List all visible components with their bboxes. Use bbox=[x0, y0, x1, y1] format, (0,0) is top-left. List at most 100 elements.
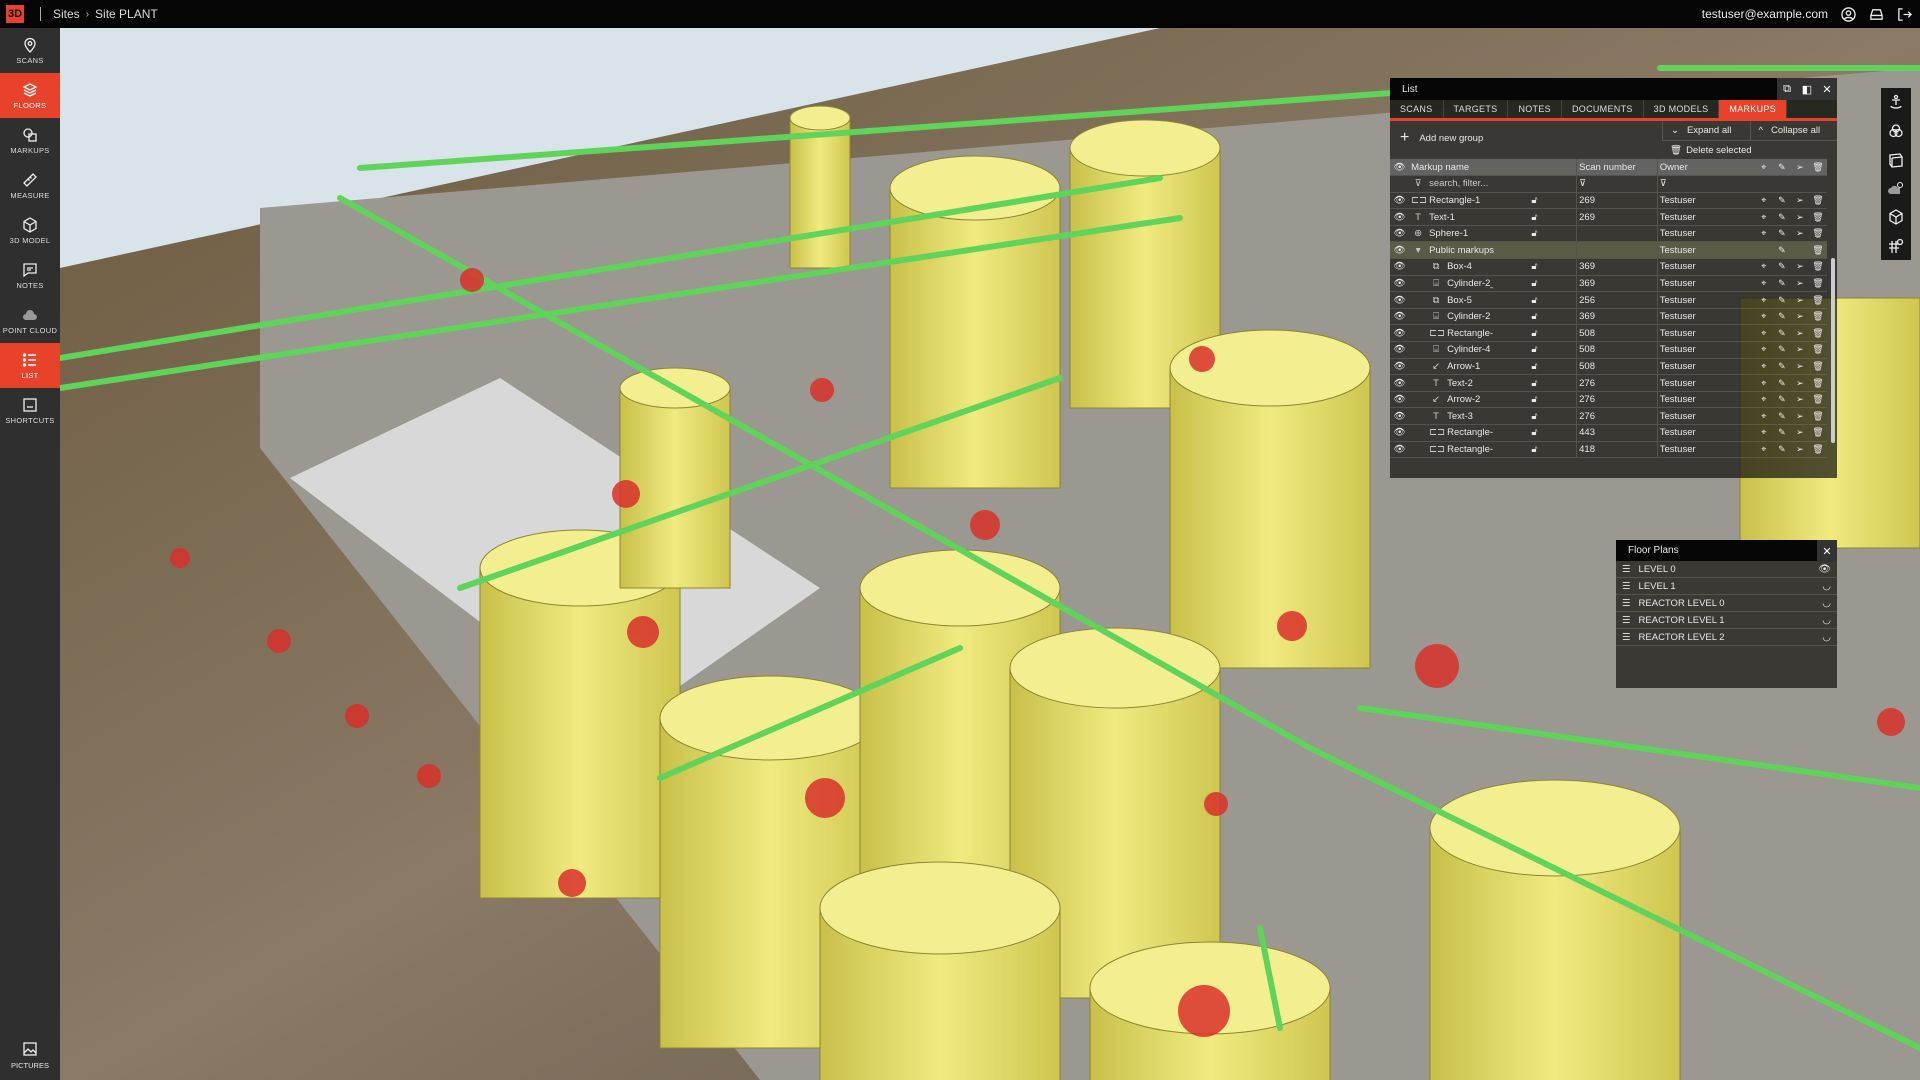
floor-level-item[interactable]: ☰REACTOR LEVEL 0◡ bbox=[1616, 595, 1837, 612]
grid-settings-icon[interactable] bbox=[1888, 238, 1904, 254]
table-row[interactable]: 👁↙Arrow-2🔓︎276Testuser⌖✎➢🗑 bbox=[1390, 391, 1827, 408]
drag-handle-icon[interactable]: ☰ bbox=[1622, 581, 1631, 592]
app-logo[interactable]: 3D bbox=[6, 5, 24, 23]
group-name-cell[interactable]: ▾Public markups bbox=[1409, 242, 1577, 259]
edit-icon[interactable]: ✎ bbox=[1773, 225, 1791, 242]
column-header-owner[interactable]: Owner bbox=[1657, 159, 1755, 176]
table-row[interactable]: 👁⊏⊐Rectangle-4🔓︎418Testuser⌖✎➢🗑 bbox=[1390, 441, 1827, 458]
visibility-eye-icon[interactable]: 👁 bbox=[1390, 242, 1409, 259]
visibility-eye-icon[interactable]: 👁 bbox=[1390, 358, 1409, 375]
markup-name-cell[interactable]: ⌸Cylinder-4 bbox=[1409, 342, 1493, 359]
trash-icon[interactable]: 🗑 bbox=[1809, 325, 1827, 342]
visibility-eye-icon[interactable]: 👁 bbox=[1390, 342, 1409, 359]
markup-name-cell[interactable]: ⊏⊐Rectangle-4 bbox=[1409, 441, 1493, 458]
unlock-icon[interactable]: 🔓︎ bbox=[1493, 441, 1577, 458]
table-row[interactable]: 👁⊏⊐Rectangle-1🔓︎269Testuser⌖✎➢🗑 bbox=[1390, 192, 1827, 209]
breadcrumb-site[interactable]: Site PLANT bbox=[95, 7, 158, 21]
table-row[interactable]: 👁⊏⊐Rectangle-3🔓︎443Testuser⌖✎➢🗑 bbox=[1390, 425, 1827, 442]
user-email[interactable]: testuser@example.com bbox=[1702, 7, 1828, 21]
markup-name-cell[interactable]: ⧉Box-4 bbox=[1409, 259, 1493, 276]
edit-icon[interactable]: ✎ bbox=[1773, 192, 1791, 209]
locate-icon[interactable]: ⌖ bbox=[1755, 225, 1773, 242]
unlock-icon[interactable]: 🔓︎ bbox=[1493, 408, 1577, 425]
trash-icon[interactable]: 🗑 bbox=[1809, 425, 1827, 442]
trash-icon[interactable]: 🗑 bbox=[1809, 375, 1827, 392]
drag-handle-icon[interactable]: ☰ bbox=[1622, 632, 1631, 643]
cube-icon[interactable] bbox=[1888, 209, 1904, 225]
unlock-icon[interactable]: 🔓︎ bbox=[1493, 259, 1577, 276]
share-icon[interactable]: ➢ bbox=[1791, 292, 1809, 309]
markup-name-cell[interactable]: ⌸Cylinder-2_copy bbox=[1409, 275, 1493, 292]
share-icon[interactable]: ➢ bbox=[1791, 308, 1809, 325]
trash-icon[interactable]: 🗑 bbox=[1809, 242, 1827, 259]
storage-icon[interactable] bbox=[1868, 6, 1884, 22]
unlock-icon[interactable]: 🔓︎ bbox=[1493, 308, 1577, 325]
markup-name-cell[interactable]: ⊏⊐Rectangle-3 bbox=[1409, 425, 1493, 442]
sidebar-item-markups[interactable]: MARKUPS bbox=[0, 118, 60, 163]
column-header-name[interactable]: Markup name bbox=[1409, 159, 1577, 176]
locate-icon[interactable]: ⌖ bbox=[1755, 342, 1773, 359]
edit-icon[interactable]: ✎ bbox=[1773, 425, 1791, 442]
add-group-button[interactable]: +Add new group bbox=[1400, 129, 1483, 147]
tab-documents[interactable]: DOCUMENTS bbox=[1562, 100, 1644, 118]
trash-icon[interactable]: 🗑 bbox=[1809, 225, 1827, 242]
table-row[interactable]: 👁⊏⊐Rectangle-2🔓︎508Testuser⌖✎➢🗑 bbox=[1390, 325, 1827, 342]
edit-icon[interactable]: ✎ bbox=[1773, 325, 1791, 342]
drag-handle-icon[interactable]: ☰ bbox=[1622, 598, 1631, 609]
visibility-eye-icon[interactable]: 👁 bbox=[1390, 225, 1409, 242]
table-row[interactable]: 👁TText-3🔓︎276Testuser⌖✎➢🗑 bbox=[1390, 408, 1827, 425]
visibility-eye-icon[interactable]: 👁 bbox=[1390, 292, 1409, 309]
floor-level-item[interactable]: ☰LEVEL 0👁 bbox=[1616, 561, 1837, 578]
edit-icon[interactable]: ✎ bbox=[1773, 209, 1791, 226]
trash-icon[interactable]: 🗑 bbox=[1809, 308, 1827, 325]
share-icon[interactable]: ➢ bbox=[1791, 225, 1809, 242]
eye-closed-icon[interactable]: ◡ bbox=[1822, 598, 1831, 609]
locate-icon[interactable]: ⌖ bbox=[1755, 209, 1773, 226]
eye-icon[interactable]: 👁 bbox=[1818, 564, 1831, 575]
edit-icon[interactable]: ✎ bbox=[1773, 375, 1791, 392]
table-row[interactable]: 👁TText-2🔓︎276Testuser⌖✎➢🗑 bbox=[1390, 375, 1827, 392]
expand-all-button[interactable]: ⌄Expand all bbox=[1662, 121, 1750, 140]
trash-icon[interactable]: 🗑 bbox=[1809, 209, 1827, 226]
edit-icon[interactable]: ✎ bbox=[1773, 358, 1791, 375]
unlock-icon[interactable]: 🔓︎ bbox=[1493, 209, 1577, 226]
close-icon[interactable]: ✕ bbox=[1817, 540, 1837, 562]
logout-icon[interactable] bbox=[1896, 6, 1912, 22]
unlock-icon[interactable]: 🔓︎ bbox=[1493, 275, 1577, 292]
table-row[interactable]: 👁⌸Cylinder-2_copy🔓︎369Testuser⌖✎➢🗑 bbox=[1390, 275, 1827, 292]
trash-icon[interactable]: 🗑 bbox=[1809, 408, 1827, 425]
edit-icon[interactable]: ✎ bbox=[1773, 408, 1791, 425]
floor-level-item[interactable]: ☰LEVEL 1◡ bbox=[1616, 578, 1837, 595]
share-icon[interactable]: ➢ bbox=[1791, 209, 1809, 226]
eye-closed-icon[interactable]: ◡ bbox=[1822, 581, 1831, 592]
share-icon[interactable]: ➢ bbox=[1791, 408, 1809, 425]
collapse-all-button[interactable]: ^Collapse all bbox=[1750, 121, 1838, 140]
locate-icon[interactable]: ⌖ bbox=[1755, 408, 1773, 425]
share-icon[interactable]: ➢ bbox=[1791, 342, 1809, 359]
markup-name-cell[interactable]: ↙Arrow-1 bbox=[1409, 358, 1493, 375]
share-icon[interactable]: ➢ bbox=[1791, 358, 1809, 375]
markup-name-cell[interactable]: TText-2 bbox=[1409, 375, 1493, 392]
table-row[interactable]: 👁⧉Box-4🔓︎369Testuser⌖✎➢🗑 bbox=[1390, 259, 1827, 276]
scrollbar[interactable] bbox=[1831, 258, 1835, 443]
popout-icon[interactable]: ⧉ bbox=[1777, 78, 1797, 100]
scan-filter-icon[interactable]: ⊽ bbox=[1577, 176, 1658, 193]
locate-icon[interactable]: ⌖ bbox=[1755, 358, 1773, 375]
markup-name-cell[interactable]: ⊏⊐Rectangle-2 bbox=[1409, 325, 1493, 342]
visibility-eye-icon[interactable]: 👁 bbox=[1390, 308, 1409, 325]
visibility-eye-icon[interactable]: 👁 bbox=[1390, 259, 1409, 276]
column-header-scan[interactable]: Scan number bbox=[1577, 159, 1658, 176]
unlock-icon[interactable]: 🔓︎ bbox=[1493, 192, 1577, 209]
table-row[interactable]: 👁⧉Box-5🔓︎256Testuser⌖✎➢🗑 bbox=[1390, 292, 1827, 309]
visibility-eye-icon[interactable]: 👁 bbox=[1390, 391, 1409, 408]
dock-icon[interactable]: ◧ bbox=[1797, 78, 1817, 100]
visibility-eye-icon[interactable]: 👁 bbox=[1390, 209, 1409, 226]
floor-level-item[interactable]: ☰REACTOR LEVEL 1◡ bbox=[1616, 612, 1837, 629]
sidebar-item-notes[interactable]: NOTES bbox=[0, 253, 60, 298]
markup-name-cell[interactable]: TText-3 bbox=[1409, 408, 1493, 425]
visibility-eye-icon[interactable]: 👁 bbox=[1390, 375, 1409, 392]
breadcrumb-sites[interactable]: Sites bbox=[53, 7, 80, 21]
locate-icon[interactable]: ⌖ bbox=[1755, 375, 1773, 392]
delete-selected-button[interactable]: 🗑Delete selected bbox=[1662, 140, 1837, 159]
edit-icon[interactable]: ✎ bbox=[1773, 275, 1791, 292]
